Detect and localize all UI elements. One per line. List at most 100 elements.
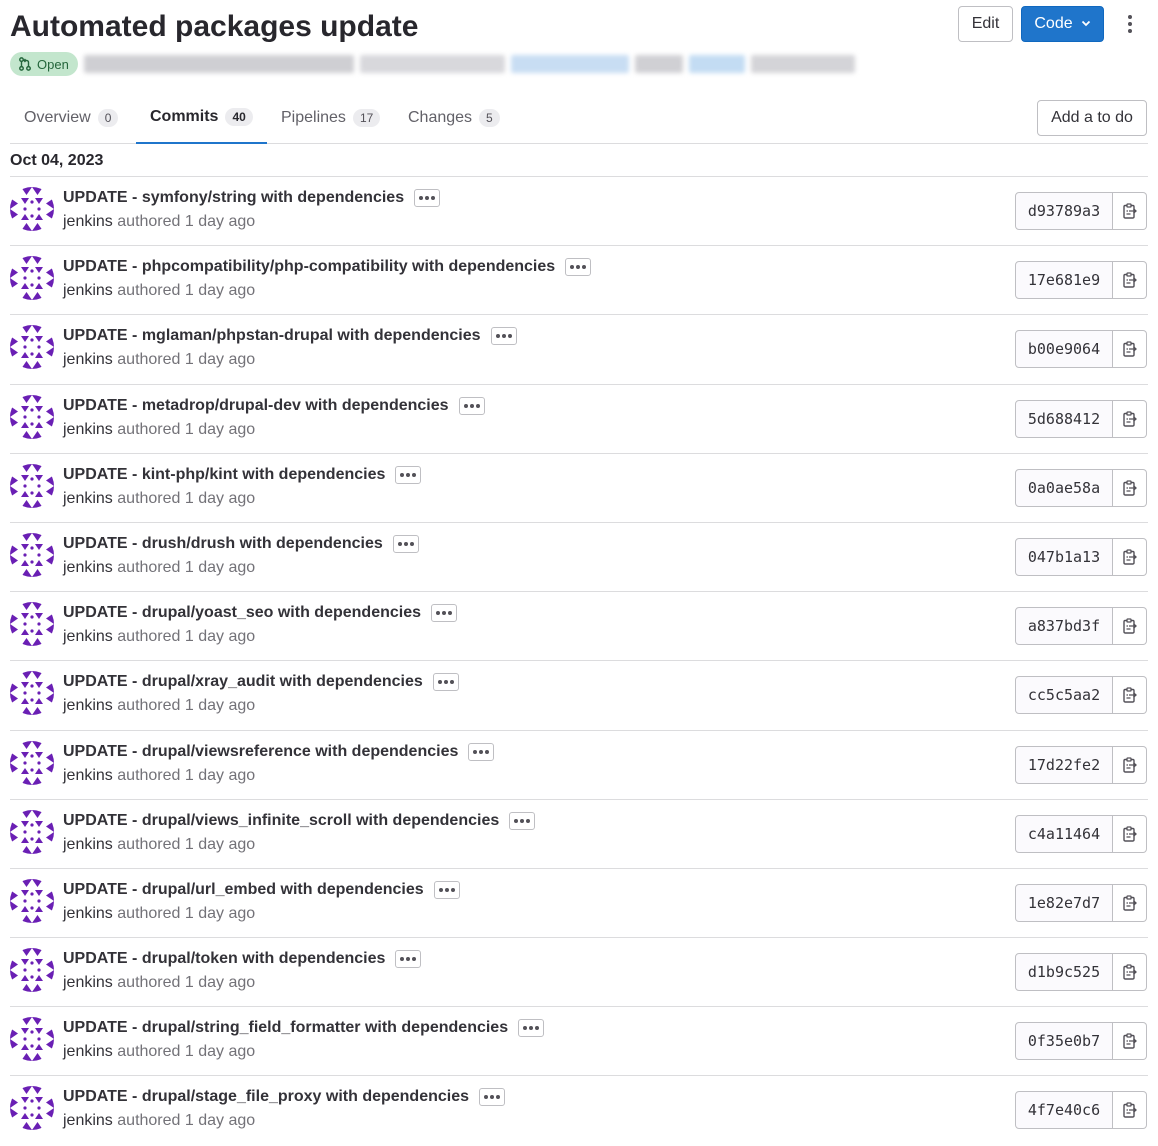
commit-message[interactable]: UPDATE - phpcompatibility/php-compatibil… (63, 256, 555, 278)
ellipsis-icon[interactable] (432, 673, 459, 692)
avatar[interactable] (10, 671, 54, 716)
commit-message[interactable]: UPDATE - symfony/string with dependencie… (63, 187, 404, 209)
avatar[interactable] (10, 463, 54, 508)
commit-author[interactable]: jenkins (63, 697, 113, 714)
commit-message[interactable]: UPDATE - mglaman/phpstan-drupal with dep… (63, 325, 481, 347)
commit-author[interactable]: jenkins (63, 351, 113, 368)
commit-sha[interactable]: a837bd3f (1015, 607, 1113, 646)
commit-sha[interactable]: 047b1a13 (1015, 537, 1113, 576)
avatar[interactable] (10, 256, 54, 301)
ellipsis-icon[interactable] (490, 327, 517, 346)
ellipsis-icon[interactable] (479, 1088, 506, 1107)
commit-author[interactable]: jenkins (63, 559, 113, 576)
ellipsis-icon[interactable] (433, 880, 460, 899)
ellipsis-icon[interactable] (431, 604, 457, 623)
ellipsis-icon[interactable] (509, 811, 536, 830)
commit-author[interactable]: jenkins (63, 905, 113, 922)
commit-author[interactable]: jenkins (63, 836, 113, 853)
tab-label: Commits (150, 108, 219, 125)
copy-to-clipboard-icon[interactable] (1113, 399, 1147, 438)
tab-commits[interactable]: Commits 40 (136, 92, 267, 144)
copy-to-clipboard-icon[interactable] (1113, 468, 1147, 507)
ellipsis-icon[interactable] (458, 396, 485, 415)
ellipsis-icon[interactable] (392, 534, 419, 553)
commit-author[interactable]: jenkins (63, 628, 113, 645)
avatar[interactable] (10, 325, 54, 370)
tab-pipelines[interactable]: Pipelines 17 (267, 92, 394, 143)
commit-author[interactable]: jenkins (63, 1043, 113, 1060)
copy-to-clipboard-icon[interactable] (1113, 883, 1147, 922)
commit-author[interactable]: jenkins (63, 490, 113, 507)
commit-time: 1 day ago (184, 351, 256, 369)
avatar[interactable] (10, 602, 54, 647)
tab-overview[interactable]: Overview 0 (10, 92, 132, 143)
commit-sha[interactable]: 1e82e7d7 (1015, 883, 1113, 922)
avatar[interactable] (10, 740, 54, 785)
ellipsis-icon[interactable] (518, 1019, 545, 1038)
commit-sha[interactable]: 4f7e40c6 (1015, 1091, 1113, 1130)
commit-sha[interactable]: 0a0ae58a (1015, 468, 1113, 507)
commit-sha[interactable]: 0f35e0b7 (1015, 1022, 1113, 1061)
commit-author[interactable]: jenkins (63, 767, 113, 784)
copy-to-clipboard-icon[interactable] (1113, 192, 1147, 230)
ellipsis-icon[interactable] (565, 258, 592, 277)
commit-author[interactable]: jenkins (63, 213, 113, 230)
avatar[interactable] (10, 394, 54, 439)
commit-message[interactable]: UPDATE - drupal/token with dependencies (63, 948, 385, 970)
copy-to-clipboard-icon[interactable] (1113, 745, 1147, 784)
commit-author[interactable]: jenkins (63, 421, 113, 438)
ellipsis-icon[interactable] (395, 950, 422, 969)
tab-changes[interactable]: Changes 5 (394, 92, 514, 143)
copy-to-clipboard-icon[interactable] (1113, 537, 1147, 576)
commit-message[interactable]: UPDATE - drupal/string_field_formatter w… (63, 1017, 508, 1039)
copy-to-clipboard-icon[interactable] (1113, 261, 1147, 300)
commit-message[interactable]: UPDATE - drupal/url_embed with dependenc… (63, 879, 424, 901)
commit-sha[interactable]: c4a11464 (1015, 814, 1113, 853)
commit-author[interactable]: jenkins (63, 282, 113, 299)
commit-message[interactable]: UPDATE - drupal/views_infinite_scroll wi… (63, 810, 499, 832)
authored-label: authored (117, 1112, 181, 1130)
avatar[interactable] (10, 532, 54, 577)
copy-to-clipboard-icon[interactable] (1113, 330, 1147, 369)
edit-button[interactable]: Edit (958, 6, 1013, 42)
ellipsis-icon[interactable] (395, 465, 422, 484)
commit-sha[interactable]: 17d22fe2 (1015, 745, 1113, 784)
avatar[interactable] (10, 1086, 54, 1131)
commit-sha[interactable]: cc5c5aa2 (1015, 676, 1113, 715)
commit-message[interactable]: UPDATE - metadrop/drupal-dev with depend… (63, 395, 449, 417)
commit-author[interactable]: jenkins (63, 974, 113, 991)
commit-row: UPDATE - mglaman/phpstan-drupal with dep… (10, 315, 1148, 385)
copy-to-clipboard-icon[interactable] (1113, 814, 1147, 853)
copy-to-clipboard-icon[interactable] (1113, 1091, 1147, 1130)
commit-sha[interactable]: d1b9c525 (1015, 953, 1113, 992)
copy-to-clipboard-icon[interactable] (1113, 953, 1147, 992)
commit-message[interactable]: UPDATE - drush/drush with dependencies (63, 533, 383, 555)
status-label: Open (37, 56, 69, 72)
commit-sha[interactable]: d93789a3 (1015, 192, 1113, 230)
commit-message[interactable]: UPDATE - drupal/viewsreference with depe… (63, 741, 458, 763)
add-todo-button[interactable]: Add a to do (1037, 100, 1147, 136)
avatar[interactable] (10, 187, 54, 231)
ellipsis-icon[interactable] (468, 742, 495, 761)
commit-message[interactable]: UPDATE - drupal/stage_file_proxy with de… (63, 1086, 469, 1108)
commit-sha[interactable]: b00e9064 (1015, 330, 1113, 369)
avatar[interactable] (10, 809, 54, 854)
commit-sha[interactable]: 5d688412 (1015, 399, 1113, 438)
code-dropdown-button[interactable]: Code (1021, 6, 1104, 42)
commit-title-line: UPDATE - phpcompatibility/php-compatibil… (63, 256, 592, 278)
commit-sha[interactable]: 17e681e9 (1015, 261, 1113, 300)
commit-author[interactable]: jenkins (63, 1112, 113, 1129)
avatar[interactable] (10, 1017, 54, 1062)
commit-message[interactable]: UPDATE - drupal/xray_audit with dependen… (63, 671, 423, 693)
avatar[interactable] (10, 948, 54, 993)
authored-label: authored (117, 974, 181, 992)
commit-row: UPDATE - drush/drush with dependencies j… (10, 523, 1148, 593)
copy-to-clipboard-icon[interactable] (1113, 607, 1147, 646)
ellipsis-icon[interactable] (414, 189, 441, 207)
avatar[interactable] (10, 878, 54, 923)
kebab-icon[interactable] (1118, 11, 1142, 37)
commit-message[interactable]: UPDATE - drupal/yoast_seo with dependenc… (63, 602, 421, 624)
copy-to-clipboard-icon[interactable] (1113, 676, 1147, 715)
copy-to-clipboard-icon[interactable] (1113, 1022, 1147, 1061)
commit-message[interactable]: UPDATE - kint-php/kint with dependencies (63, 464, 385, 486)
